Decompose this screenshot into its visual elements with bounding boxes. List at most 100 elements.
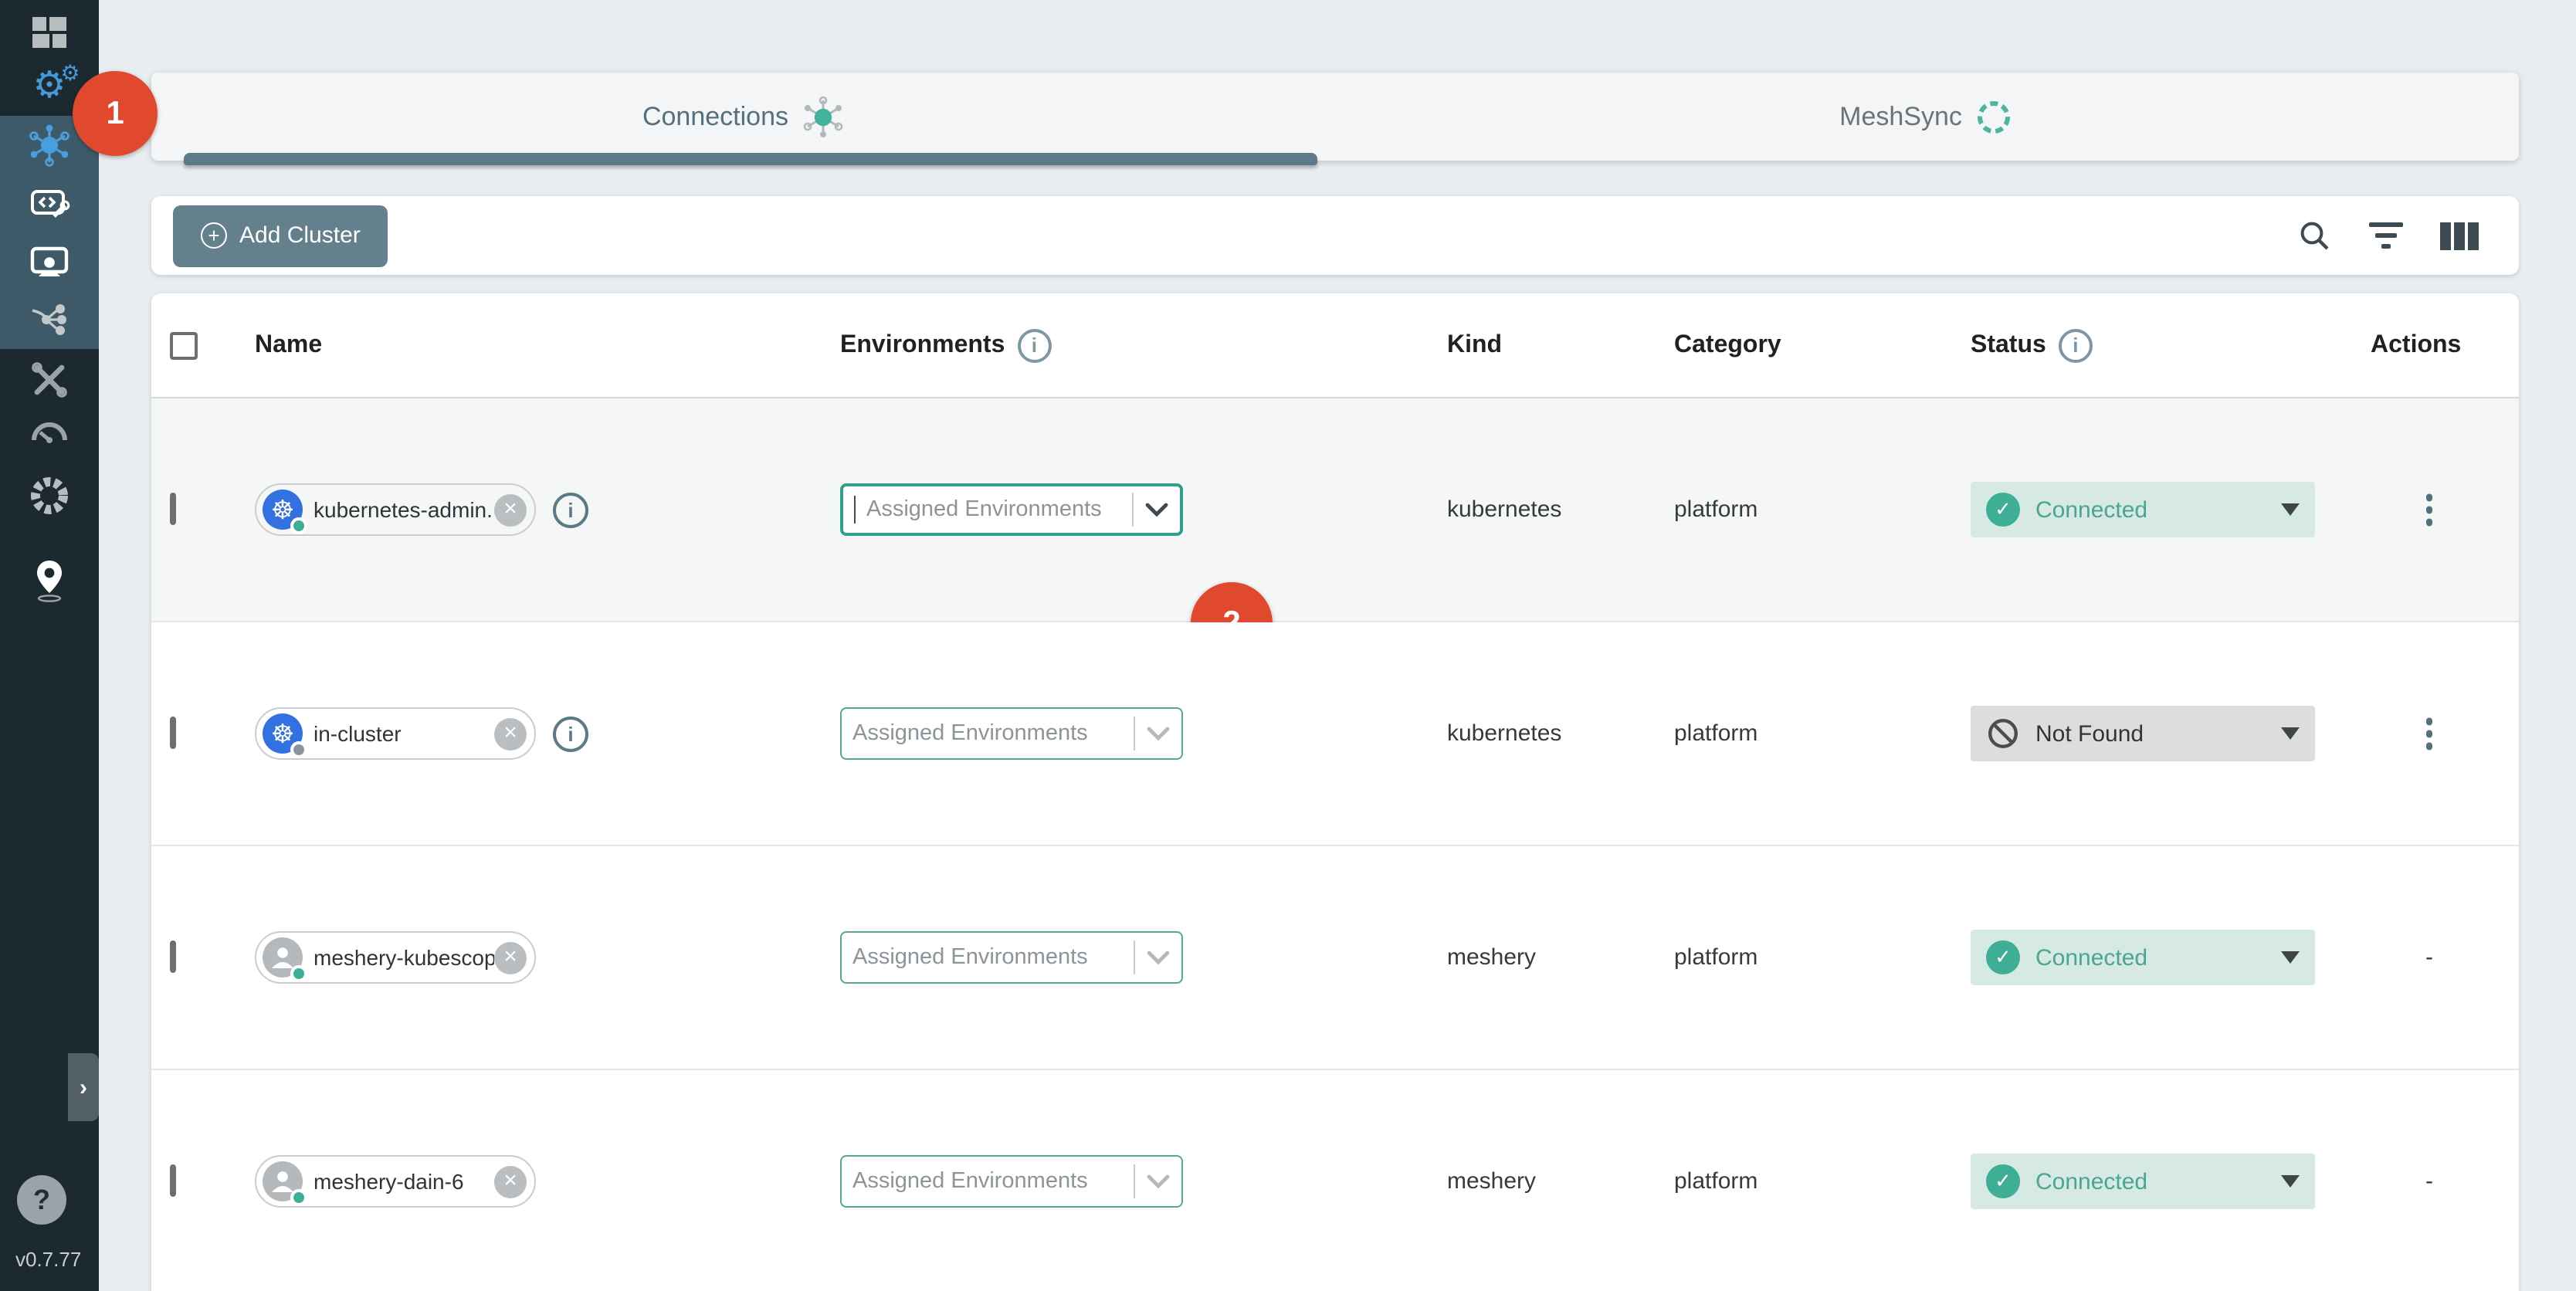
status-dot-green (290, 965, 307, 982)
sidebar-item-adapters[interactable] (0, 176, 99, 232)
sidebar-item-location[interactable] (0, 553, 99, 608)
tab-connections[interactable]: Connections (151, 73, 1335, 161)
kind-value: kubernetes (1447, 720, 1561, 747)
category-value: platform (1674, 720, 1757, 747)
adapters-code-icon (28, 182, 71, 225)
connection-chip[interactable]: ☸ kubernetes-admin... × (255, 483, 536, 536)
sidebar-item-designs[interactable] (0, 235, 99, 290)
header-status[interactable]: Status i (1971, 328, 2093, 362)
environments-select[interactable]: Assigned Environments (840, 931, 1183, 984)
header-name[interactable]: Name (255, 331, 322, 359)
table-row: ☸ in-cluster × i Assigned Environments (151, 622, 2519, 846)
status-label: Connected (2035, 944, 2147, 971)
select-open-button[interactable] (1134, 502, 1180, 517)
blocked-icon (1986, 717, 2020, 751)
environments-placeholder: Assigned Environments (842, 1169, 1134, 1194)
question-mark-icon: ? (33, 1184, 50, 1216)
check-circle-icon: ✓ (1986, 940, 2020, 974)
row-checkbox[interactable] (170, 1164, 176, 1197)
chevron-down-icon (1144, 502, 1169, 517)
environments-placeholder: Assigned Environments (856, 497, 1132, 522)
environments-select[interactable]: Assigned Environments (840, 483, 1183, 536)
select-open-button[interactable] (1135, 1174, 1181, 1189)
meshery-avatar-icon (263, 937, 303, 978)
active-tab-indicator (184, 153, 1317, 165)
sidebar-item-service-mesh[interactable] (0, 468, 99, 524)
row-checkbox[interactable] (170, 493, 176, 525)
connections-tab-icon (801, 95, 844, 138)
table-header: Name Environments i Kind Category Status… (151, 293, 2519, 398)
actions-empty: - (2425, 1168, 2433, 1194)
row-checkbox[interactable] (170, 717, 176, 749)
annotation-badge-1: 1 (73, 71, 158, 156)
category-value: platform (1674, 496, 1757, 523)
performance-gauge-icon (28, 412, 71, 456)
remove-connection-button[interactable]: × (494, 941, 527, 974)
header-category[interactable]: Category (1674, 331, 1781, 359)
connection-info-icon[interactable]: i (553, 716, 588, 751)
chevron-down-icon (1146, 1174, 1171, 1189)
sidebar-item-toolkit[interactable] (0, 352, 99, 408)
designs-screen-icon (28, 241, 71, 284)
plus-icon: + (201, 222, 227, 249)
help-button[interactable]: ? (17, 1175, 66, 1225)
status-label: Connected (2035, 496, 2147, 523)
environments-select[interactable]: Assigned Environments (840, 707, 1183, 760)
status-dot-green (290, 517, 307, 534)
sidebar-item-dashboard[interactable] (0, 6, 99, 62)
kubernetes-icon: ☸ (263, 490, 303, 530)
location-pin-icon (28, 557, 71, 604)
header-environments[interactable]: Environments i (840, 328, 1051, 362)
remove-connection-button[interactable]: × (494, 1165, 527, 1198)
environments-select[interactable]: Assigned Environments (840, 1155, 1183, 1208)
category-value: platform (1674, 944, 1757, 971)
filter-button[interactable] (2369, 222, 2403, 249)
row-actions-menu-button[interactable] (2420, 488, 2439, 532)
app-root: ⚙ ⚙ ▾ (0, 0, 2576, 1291)
actions-empty: - (2425, 944, 2433, 971)
select-open-button[interactable] (1135, 726, 1181, 741)
select-all-checkbox[interactable] (170, 331, 198, 359)
connection-chip[interactable]: ☸ in-cluster × (255, 707, 536, 760)
remove-connection-button[interactable]: × (494, 493, 527, 526)
connection-chip[interactable]: meshery-dain-6 × (255, 1155, 536, 1208)
service-mesh-donut-icon (26, 473, 73, 519)
status-label: Connected (2035, 1168, 2147, 1194)
kind-value: meshery (1447, 944, 1536, 971)
connection-name: kubernetes-admin... (303, 497, 494, 522)
status-chip[interactable]: ✓ Connected (1971, 1154, 2315, 1209)
add-cluster-button[interactable]: + Add Cluster (173, 205, 388, 266)
select-open-button[interactable] (1135, 950, 1181, 965)
app-version: v0.7.77 (15, 1248, 81, 1271)
sidebar-item-patterns[interactable] (0, 290, 99, 346)
status-chip[interactable]: ✓ Connected (1971, 930, 2315, 985)
filter-icon (2369, 222, 2403, 227)
status-dot-gray (290, 741, 307, 758)
caret-down-icon (2281, 503, 2300, 516)
kind-value: meshery (1447, 1168, 1536, 1194)
status-dot-green (290, 1189, 307, 1206)
header-kind[interactable]: Kind (1447, 331, 1502, 359)
connection-chip[interactable]: meshery-kubescop... × (255, 931, 536, 984)
view-columns-button[interactable] (2440, 222, 2479, 249)
sidebar-expand-button[interactable]: › (68, 1053, 99, 1121)
table-row: meshery-dain-6 × Assigned Environments m… (151, 1070, 2519, 1291)
status-chip[interactable]: Not Found (1971, 706, 2315, 761)
kubernetes-icon: ☸ (263, 713, 303, 754)
row-checkbox[interactable] (170, 940, 176, 973)
status-chip[interactable]: ✓ Connected (1971, 482, 2315, 537)
search-button[interactable] (2298, 219, 2332, 252)
tab-meshsync[interactable]: MeshSync (1335, 73, 2519, 161)
status-info-icon[interactable]: i (2059, 328, 2093, 362)
row-actions-menu-button[interactable] (2420, 712, 2439, 756)
connections-table: Name Environments i Kind Category Status… (151, 293, 2519, 1291)
sidebar-item-performance[interactable] (0, 406, 99, 462)
annotation-badge-1-label: 1 (106, 95, 124, 132)
table-row: ☸ kubernetes-admin... × i Assigned Envir… (151, 398, 2519, 622)
connection-info-icon[interactable]: i (553, 492, 588, 527)
remove-connection-button[interactable]: × (494, 717, 527, 750)
add-cluster-label: Add Cluster (239, 222, 361, 249)
columns-icon (2440, 222, 2451, 249)
settings-gears-icon: ⚙ ⚙ ▾ (32, 68, 66, 105)
environments-info-icon[interactable]: i (1017, 328, 1051, 362)
